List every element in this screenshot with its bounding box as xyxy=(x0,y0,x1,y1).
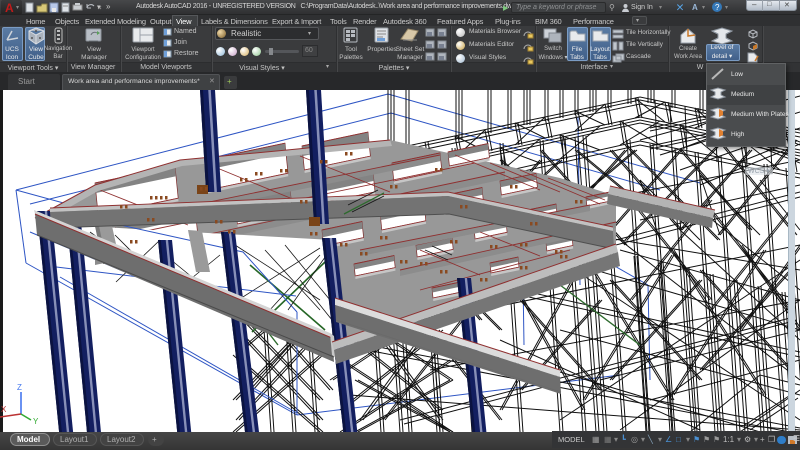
svg-text:X: X xyxy=(1,405,7,414)
svg-text:Y: Y xyxy=(33,417,39,426)
svg-text:Z: Z xyxy=(17,383,22,392)
